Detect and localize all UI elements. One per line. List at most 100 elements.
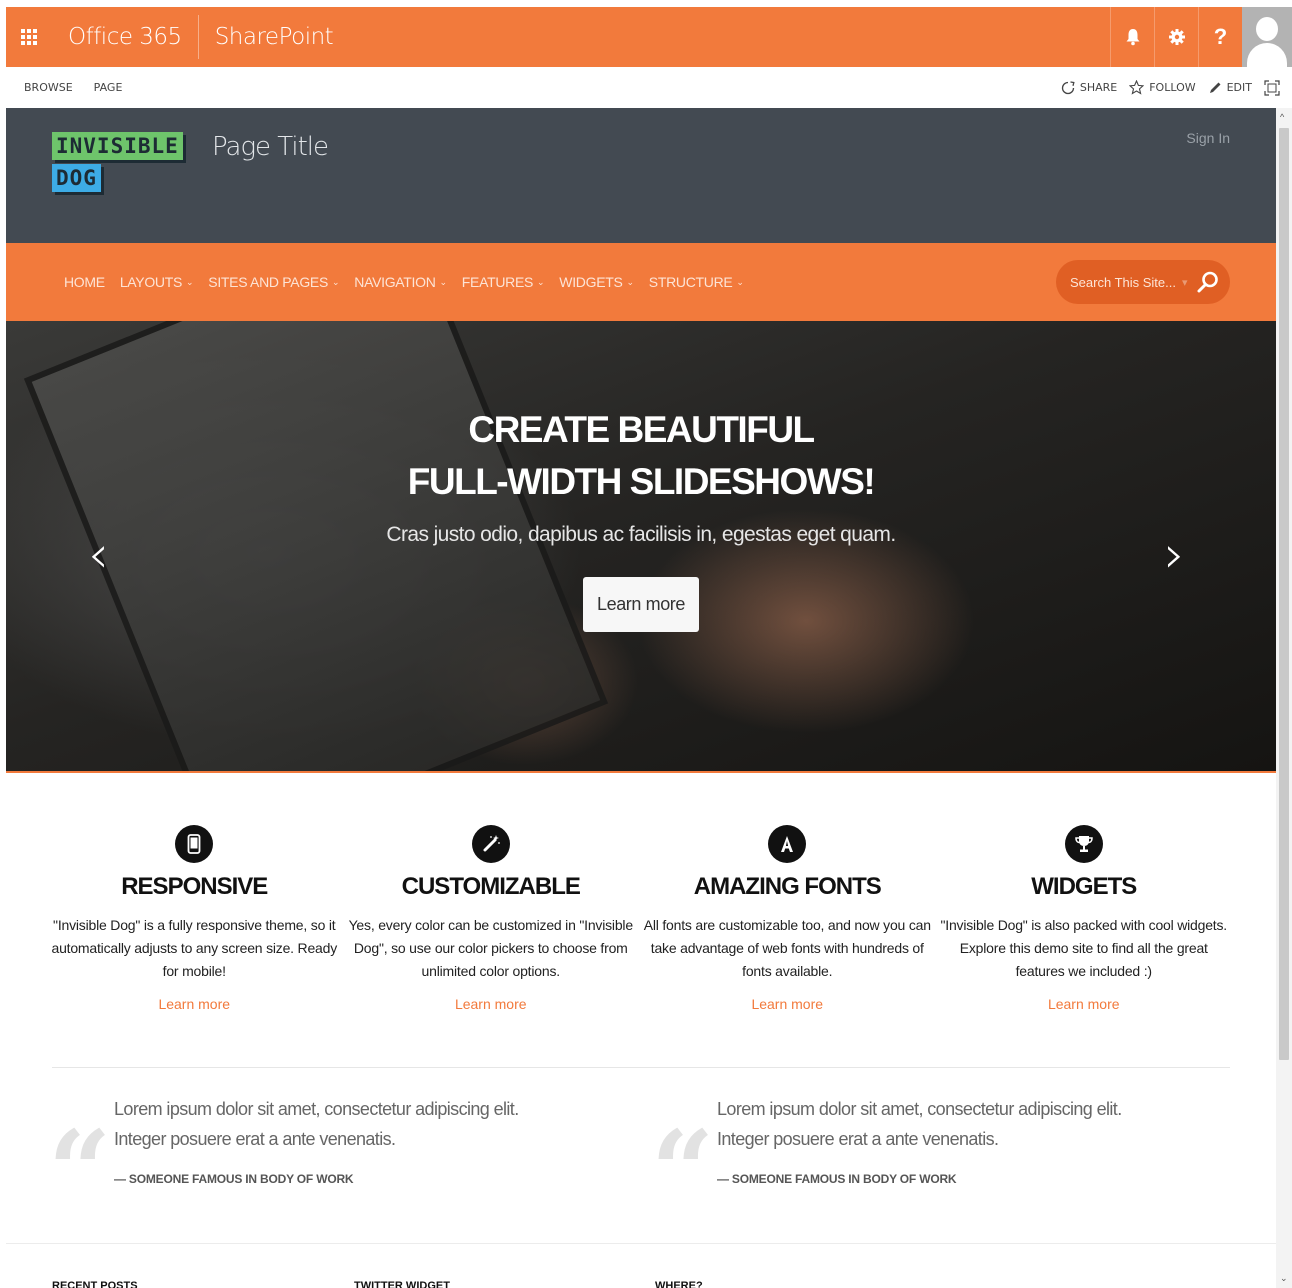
footer-divider: [6, 1243, 1276, 1244]
nav-item-navigation[interactable]: NAVIGATION ⌄: [354, 274, 447, 290]
quote-mark-icon: “: [651, 1106, 715, 1235]
notifications-button[interactable]: [1110, 7, 1154, 67]
hero-learn-more-button[interactable]: Learn more: [583, 577, 699, 632]
feature-learn-more-link[interactable]: Learn more: [158, 996, 230, 1012]
footer-heading-twitter-widget: TWITTER WIDGET: [354, 1280, 450, 1288]
edit-button[interactable]: EDIT: [1208, 81, 1252, 95]
feature-customizable: CUSTOMIZABLE Yes, every color can be cus…: [343, 825, 640, 1014]
fullscreen-icon: [1264, 79, 1280, 96]
search-icon: [1197, 271, 1218, 293]
magic-wand-icon: [471, 825, 510, 863]
ribbon-tab-browse[interactable]: BROWSE: [24, 81, 73, 94]
page-scrollbar[interactable]: ^ ⌄: [1276, 108, 1292, 1288]
mobile-icon: [175, 825, 214, 863]
follow-button[interactable]: FOLLOW: [1129, 80, 1196, 95]
quote-mark-icon: “: [48, 1106, 112, 1235]
chevron-down-icon: ⌄: [537, 276, 545, 287]
hero-accent-line: [6, 771, 1276, 773]
feature-title: AMAZING FONTS: [693, 873, 882, 900]
quote-text: Lorem ipsum dolor sit amet, consectetur …: [717, 1099, 1122, 1149]
scrollbar-thumb[interactable]: [1279, 128, 1289, 1060]
office-365-link[interactable]: Office 365: [52, 24, 198, 50]
feature-title: WIDGETS: [1031, 873, 1137, 900]
page-title: Page Title: [212, 132, 329, 162]
help-button[interactable]: ?: [1198, 7, 1242, 67]
scroll-down-caret-icon[interactable]: ⌄: [1280, 1273, 1288, 1284]
slide-prev-chevron-left-icon[interactable]: ‹: [88, 529, 109, 581]
features-section: RESPONSIVE "Invisible Dog" is a fully re…: [46, 825, 1232, 1014]
ribbon-tab-page[interactable]: PAGE: [94, 81, 123, 94]
quote-author: — SOMEONE FAMOUS IN BODY OF WORK: [114, 1172, 354, 1186]
site-header: INVISIBLE DOG Page Title Sign In: [6, 108, 1276, 243]
settings-button[interactable]: [1154, 7, 1198, 67]
search-button[interactable]: [1194, 268, 1222, 296]
nav-item-label: LAYOUTS: [119, 274, 183, 290]
nav-item-label: NAVIGATION: [354, 274, 436, 290]
follow-label: FOLLOW: [1149, 81, 1196, 94]
waffle-icon: [21, 29, 37, 45]
feature-description: "Invisible Dog" is also packed with cool…: [940, 917, 1227, 979]
chevron-down-icon: ⌄: [736, 276, 744, 287]
feature-learn-more-link[interactable]: Learn more: [455, 996, 527, 1012]
feature-title: RESPONSIVE: [121, 873, 268, 900]
gear-icon: [1168, 29, 1185, 45]
suite-bar: Office 365 SharePoint ?: [6, 7, 1292, 67]
chevron-down-icon: ⌄: [186, 276, 194, 287]
nav-item-home[interactable]: HOME: [64, 274, 105, 290]
feature-description: "Invisible Dog" is a fully responsive th…: [51, 917, 338, 979]
focus-on-content-button[interactable]: [1264, 79, 1280, 96]
nav-menu: HOME LAYOUTS ⌄ SITES AND PAGES ⌄ NAVIGATION ⌄ F…: [64, 274, 744, 290]
section-divider: [52, 1067, 1230, 1068]
nav-item-layouts[interactable]: LAYOUTS ⌄: [119, 274, 194, 290]
slide-next-chevron-right-icon[interactable]: ›: [1164, 529, 1185, 581]
testimonial-quote: “ Lorem ipsum dolor sit amet, consectetu…: [651, 1094, 1171, 1226]
share-button[interactable]: SHARE: [1061, 80, 1117, 95]
nav-item-structure[interactable]: STRUCTURE ⌄: [649, 274, 744, 290]
bell-icon: [1126, 29, 1139, 46]
feature-learn-more-link[interactable]: Learn more: [1048, 996, 1120, 1012]
edit-label: EDIT: [1226, 81, 1252, 94]
search-scope-chevron-icon[interactable]: ▾: [1182, 276, 1188, 289]
feature-responsive: RESPONSIVE "Invisible Dog" is a fully re…: [46, 825, 343, 1014]
chevron-down-icon: ⌄: [626, 276, 635, 287]
sharepoint-link[interactable]: SharePoint: [199, 24, 334, 50]
font-icon: [768, 825, 807, 863]
feature-description: Yes, every color can be customized in "I…: [348, 917, 634, 979]
nav-item-label: STRUCTURE: [648, 274, 733, 290]
sign-in-link[interactable]: Sign In: [1186, 130, 1230, 146]
quote-text: Lorem ipsum dolor sit amet, consectetur …: [114, 1099, 519, 1149]
chevron-down-icon: ⌄: [439, 276, 448, 287]
site-logo[interactable]: INVISIBLE DOG: [52, 132, 183, 192]
quote-author: — SOMEONE FAMOUS IN BODY OF WORK: [717, 1172, 957, 1186]
hero-title-line-1: CREATE BEAUTIFUL: [468, 409, 815, 450]
user-avatar[interactable]: [1242, 7, 1292, 67]
scroll-up-caret-icon[interactable]: ^: [1280, 112, 1284, 122]
hero-title-line-2: FULL-WIDTH SLIDESHOWS!: [407, 461, 876, 502]
testimonial-quote: “ Lorem ipsum dolor sit amet, consectetu…: [48, 1094, 568, 1226]
app-launcher-button[interactable]: [6, 7, 52, 67]
feature-widgets: WIDGETS "Invisible Dog" is also packed w…: [936, 825, 1233, 1014]
hero-subtitle: Cras justo odio, dapibus ac facilisis in…: [386, 523, 896, 546]
hero-background-image: [23, 321, 609, 773]
help-icon: ?: [1213, 24, 1228, 49]
share-icon: [1061, 80, 1075, 94]
chevron-down-icon: ⌄: [332, 276, 340, 287]
feature-title: CUSTOMIZABLE: [401, 873, 581, 900]
hero-slideshow: CREATE BEAUTIFUL FULL-WIDTH SLIDESHOWS! …: [6, 321, 1276, 773]
logo-line-dog: DOG: [52, 164, 101, 192]
feature-learn-more-link[interactable]: Learn more: [751, 996, 823, 1012]
nav-item-label: FEATURES: [461, 274, 534, 290]
nav-item-features[interactable]: FEATURES ⌄: [462, 274, 545, 290]
nav-item-label: WIDGETS: [559, 274, 623, 290]
search-input[interactable]: [1070, 274, 1180, 290]
footer-heading-where: WHERE?: [655, 1280, 703, 1288]
footer-heading-recent-posts: RECENT POSTS: [52, 1280, 138, 1288]
top-navigation: HOME LAYOUTS ⌄ SITES AND PAGES ⌄ NAVIGATION ⌄ F…: [6, 243, 1276, 321]
search-box: ▾: [1056, 260, 1230, 304]
nav-item-widgets[interactable]: WIDGETS ⌄: [559, 274, 635, 290]
pencil-icon: [1209, 82, 1221, 93]
ribbon-bar: BROWSE PAGE SHARE FOLLOW EDIT: [0, 67, 1292, 108]
nav-item-sites-and-pages[interactable]: SITES AND PAGES ⌄: [208, 274, 339, 290]
star-icon: [1129, 80, 1145, 95]
logo-line-invisible: INVISIBLE: [52, 132, 183, 160]
